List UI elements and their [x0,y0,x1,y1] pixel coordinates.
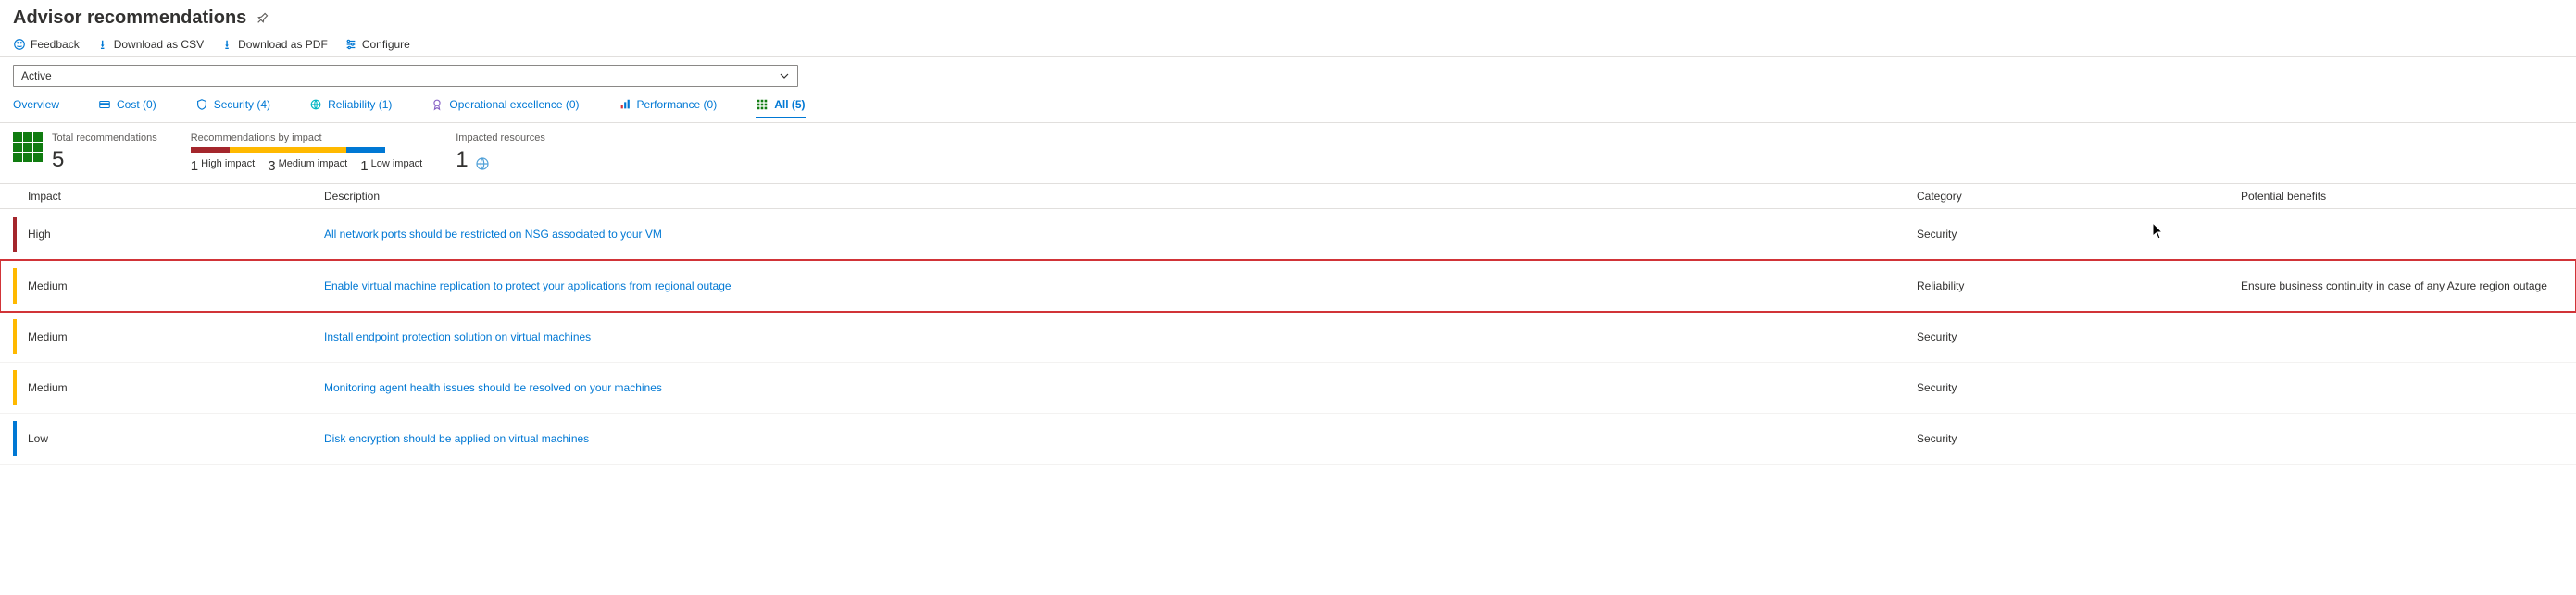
recommendation-link[interactable]: Monitoring agent health issues should be… [324,381,662,394]
shield-icon [195,98,208,111]
description-cell: Enable virtual machine replication to pr… [296,279,1889,292]
description-cell: Install endpoint protection solution on … [296,330,1889,343]
cost-icon [98,98,111,111]
recommendations-by-impact: Recommendations by impact 1 High impact … [191,132,423,174]
category-cell: Security [1889,228,2213,241]
tab-operational[interactable]: Operational excellence (0) [431,98,579,118]
grid-icon [13,132,43,162]
configure-label: Configure [362,38,410,51]
status-filter-value: Active [21,69,52,82]
download-icon: ⭳ [96,38,109,51]
recommendation-link[interactable]: Install endpoint protection solution on … [324,330,591,343]
low-label: Low impact [371,158,423,169]
tab-reliability[interactable]: Reliability (1) [309,98,392,118]
impacted-resources: Impacted resources 1 [456,132,545,173]
status-filter-dropdown[interactable]: Active [13,65,798,87]
impact-cell: Low [0,432,296,445]
tab-security[interactable]: Security (4) [195,98,270,118]
page-title: Advisor recommendations [13,7,246,29]
low-count: 1 [360,158,368,174]
configure-button[interactable]: Configure [344,38,410,51]
med-label: Medium impact [279,158,348,169]
benefits-cell: Ensure business continuity in case of an… [2213,279,2576,292]
description-cell: Disk encryption should be applied on vir… [296,432,1889,445]
impact-cell: Medium [0,381,296,394]
col-impact[interactable]: Impact [0,190,296,203]
table-row[interactable]: Medium Monitoring agent health issues sho… [0,363,2576,414]
impact-cell: Medium [0,330,296,343]
tab-performance[interactable]: Performance (0) [619,98,718,118]
command-bar: Feedback ⭳ Download as CSV ⭳ Download as… [0,32,2576,57]
tab-operational-label: Operational excellence (0) [449,98,579,111]
tab-reliability-label: Reliability (1) [328,98,392,111]
recommendations-table: High All network ports should be restrict… [0,209,2576,465]
impact-bar [191,147,385,153]
category-cell: Security [1889,381,2213,394]
col-benefits[interactable]: Potential benefits [2213,190,2576,203]
download-icon: ⭳ [220,38,233,51]
med-count: 3 [268,158,275,174]
description-cell: Monitoring agent health issues should be… [296,381,1889,394]
tab-all[interactable]: All (5) [756,98,805,118]
globe-icon [475,156,490,171]
tab-overview[interactable]: Overview [13,98,59,118]
high-count: 1 [191,158,198,174]
ribbon-icon [431,98,444,111]
grid-icon [756,98,769,111]
category-cell: Security [1889,330,2213,343]
recommendation-link[interactable]: Enable virtual machine replication to pr… [324,279,732,292]
download-csv-label: Download as CSV [114,38,204,51]
total-label: Total recommendations [52,132,157,143]
feedback-button[interactable]: Feedback [13,38,80,51]
summary-section: Total recommendations 5 Recommendations … [0,123,2576,183]
impact-label: Recommendations by impact [191,132,423,143]
tab-cost-label: Cost (0) [117,98,156,111]
pin-icon[interactable] [253,9,271,28]
download-pdf-button[interactable]: ⭳ Download as PDF [220,38,328,51]
description-cell: All network ports should be restricted o… [296,228,1889,241]
impact-cell: High [0,228,296,241]
recommendation-link[interactable]: Disk encryption should be applied on vir… [324,432,589,445]
chevron-down-icon [779,70,790,81]
tab-all-label: All (5) [774,98,805,111]
total-recommendations: Total recommendations 5 [13,132,157,173]
high-label: High impact [201,158,255,169]
resources-value: 1 [456,147,468,172]
download-pdf-label: Download as PDF [238,38,328,51]
table-row[interactable]: Medium Enable virtual machine replication… [0,260,2576,312]
chart-icon [619,98,631,111]
sliders-icon [344,38,357,51]
tab-overview-label: Overview [13,98,59,111]
col-description[interactable]: Description [296,190,1889,203]
table-header: Impact Description Category Potential be… [0,183,2576,209]
recommendation-link[interactable]: All network ports should be restricted o… [324,228,662,241]
table-row[interactable]: Medium Install endpoint protection soluti… [0,312,2576,363]
category-tabs: Overview Cost (0) Security (4) Reliabili… [0,91,2576,123]
col-category[interactable]: Category [1889,190,2213,203]
feedback-label: Feedback [31,38,80,51]
total-value: 5 [52,147,157,173]
category-cell: Reliability [1889,279,2213,292]
globe-icon [309,98,322,111]
table-row[interactable]: High All network ports should be restrict… [0,209,2576,260]
download-csv-button[interactable]: ⭳ Download as CSV [96,38,204,51]
table-row[interactable]: Low Disk encryption should be applied on … [0,414,2576,465]
tab-performance-label: Performance (0) [637,98,718,111]
tab-cost[interactable]: Cost (0) [98,98,156,118]
category-cell: Security [1889,432,2213,445]
impact-cell: Medium [0,279,296,292]
tab-security-label: Security (4) [214,98,270,111]
resources-label: Impacted resources [456,132,545,143]
